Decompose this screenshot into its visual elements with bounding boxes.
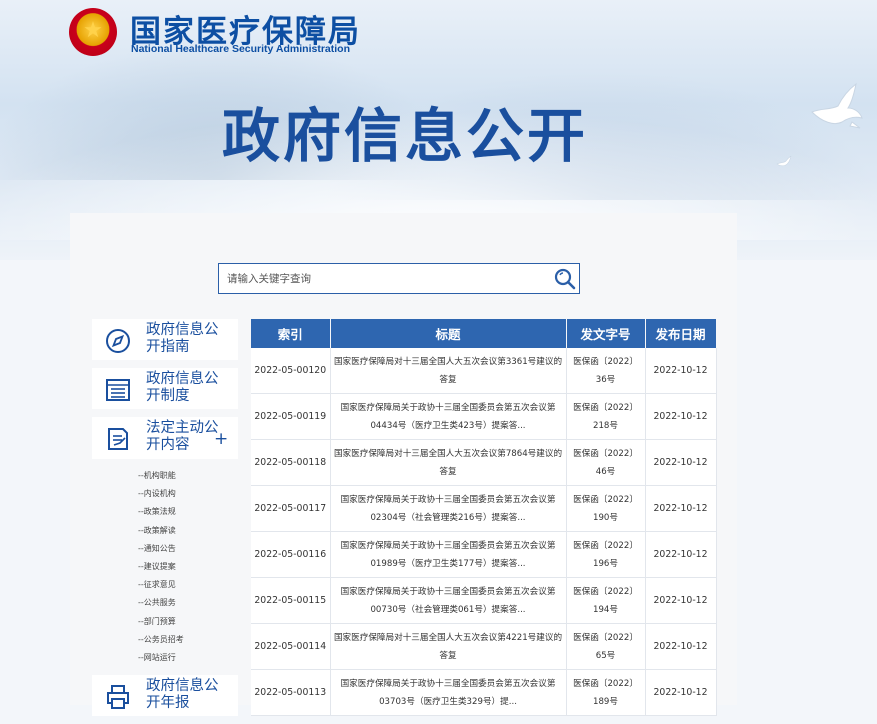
submenu-item[interactable]: --公务员招考 — [138, 631, 238, 649]
cell-index: 2022-05-00118 — [251, 439, 331, 486]
table-row[interactable]: 2022-05-00114 国家医疗保障局对十三届全国人大五次会议第4221号建… — [251, 623, 717, 670]
title-text[interactable]: 国家医疗保障局关于政协十三届全国委员会第五次会议第00730号（社会管理类061… — [334, 583, 563, 619]
table-row[interactable]: 2022-05-00117 国家医疗保障局关于政协十三届全国委员会第五次会议第0… — [251, 485, 717, 532]
page-title: 政府信息公开 — [222, 102, 589, 170]
sidebar-item-statutory-content[interactable]: 法定主动公开内容 + — [92, 417, 238, 459]
cell-date: 2022-10-12 — [645, 439, 717, 486]
submenu-item[interactable]: --征求意见 — [138, 576, 238, 594]
cell-index: 2022-05-00115 — [251, 577, 331, 624]
sidebar-submenu: --机构职能 --内设机构 --政策法规 --政策解读 --通知公告 --建议提… — [92, 467, 238, 667]
submenu-item[interactable]: --网站运行 — [138, 649, 238, 667]
print-doc-icon — [107, 685, 129, 710]
cell-doc-number: 医保函〔2022〕36号 — [566, 348, 646, 394]
emblem-star: ★ — [83, 18, 103, 43]
cell-doc-number: 医保函〔2022〕218号 — [566, 393, 646, 440]
dove-icon — [811, 82, 863, 129]
submenu-item[interactable]: --公共服务 — [138, 594, 238, 612]
submenu-item[interactable]: --内设机构 — [138, 485, 238, 503]
edit-doc-icon — [108, 428, 128, 450]
sidebar-item-label: 政府信息公开指南 — [146, 322, 219, 355]
sidebar-item-guide[interactable]: 政府信息公开指南 — [92, 319, 238, 360]
cell-title-link[interactable]: 国家医疗保障局关于政协十三届全国委员会第五次会议第03703号（医疗卫生类329… — [330, 669, 567, 716]
table-row[interactable]: 2022-05-00120 国家医疗保障局对十三届全国人大五次会议第3361号建… — [251, 348, 717, 394]
submenu-item[interactable]: --通知公告 — [138, 540, 238, 558]
cell-index: 2022-05-00119 — [251, 393, 331, 440]
cell-index: 2022-05-00113 — [251, 669, 331, 716]
title-text[interactable]: 国家医疗保障局关于政协十三届全国委员会第五次会议第03703号（医疗卫生类329… — [334, 675, 563, 711]
sidebar-item-annual-report[interactable]: 政府信息公开年报 — [92, 675, 238, 717]
title-text[interactable]: 国家医疗保障局对十三届全国人大五次会议第4221号建议的答复 — [334, 629, 563, 665]
cell-index: 2022-05-00120 — [251, 348, 331, 394]
table-row[interactable]: 2022-05-00113 国家医疗保障局关于政协十三届全国委员会第五次会议第0… — [251, 669, 717, 716]
submenu-item[interactable]: --建议提案 — [138, 558, 238, 576]
title-text[interactable]: 国家医疗保障局关于政协十三届全国委员会第五次会议第04434号（医疗卫生类423… — [334, 399, 563, 435]
national-emblem-icon[interactable]: ★ — [69, 8, 117, 56]
submenu-item[interactable]: --机构职能 — [138, 467, 238, 485]
expand-plus-icon[interactable]: + — [214, 429, 228, 449]
sidebar: 政府信息公开指南 政府信息公开制度 法定主动公开内容 + --机构职能 --内设… — [92, 319, 238, 724]
cell-title-link[interactable]: 国家医疗保障局对十三届全国人大五次会议第7864号建议的答复 — [330, 439, 567, 486]
search-bar — [218, 263, 580, 294]
title-text[interactable]: 国家医疗保障局关于政协十三届全国委员会第五次会议第01989号（医疗卫生类177… — [334, 537, 563, 573]
column-header-title: 标题 — [330, 319, 567, 348]
submenu-item[interactable]: --政策法规 — [138, 503, 238, 521]
cell-doc-number: 医保函〔2022〕189号 — [566, 669, 646, 716]
title-text[interactable]: 国家医疗保障局对十三届全国人大五次会议第3361号建议的答复 — [334, 353, 563, 389]
cell-date: 2022-10-12 — [645, 348, 717, 394]
sidebar-item-system[interactable]: 政府信息公开制度 — [92, 368, 238, 409]
cell-date: 2022-10-12 — [645, 577, 717, 624]
submenu-item[interactable]: --部门预算 — [138, 613, 238, 631]
cell-date: 2022-10-12 — [645, 531, 717, 578]
cell-title-link[interactable]: 国家医疗保障局关于政协十三届全国委员会第五次会议第00730号（社会管理类061… — [330, 577, 567, 624]
content-panel: 政府信息公开指南 政府信息公开制度 法定主动公开内容 + --机构职能 — [70, 213, 737, 717]
column-header-date: 发布日期 — [645, 319, 717, 348]
cell-date: 2022-10-12 — [645, 623, 717, 670]
table-row[interactable]: 2022-05-00116 国家医疗保障局关于政协十三届全国委员会第五次会议第0… — [251, 531, 717, 578]
column-header-doc-number: 发文字号 — [566, 319, 646, 348]
cell-index: 2022-05-00116 — [251, 531, 331, 578]
small-dove-icon — [776, 156, 792, 167]
cell-title-link[interactable]: 国家医疗保障局关于政协十三届全国委员会第五次会议第01989号（医疗卫生类177… — [330, 531, 567, 578]
cell-index: 2022-05-00117 — [251, 485, 331, 532]
list-doc-icon — [106, 379, 130, 401]
site-name-en[interactable]: National Healthcare Security Administrat… — [131, 43, 350, 55]
cell-doc-number: 医保函〔2022〕194号 — [566, 577, 646, 624]
cell-title-link[interactable]: 国家医疗保障局对十三届全国人大五次会议第4221号建议的答复 — [330, 623, 567, 670]
cell-doc-number: 医保函〔2022〕46号 — [566, 439, 646, 486]
search-input[interactable] — [227, 264, 547, 293]
submenu-item[interactable]: --政策解读 — [138, 522, 238, 540]
cell-index: 2022-05-00114 — [251, 623, 331, 670]
info-table: 索引 标题 发文字号 发布日期 2022-05-00120 国家医疗保障局对十三… — [251, 319, 717, 716]
search-icon[interactable] — [553, 267, 577, 291]
table-row[interactable]: 2022-05-00119 国家医疗保障局关于政协十三届全国委员会第五次会议第0… — [251, 393, 717, 440]
sidebar-item-label: 政府信息公开制度 — [146, 371, 219, 404]
cell-date: 2022-10-12 — [645, 485, 717, 532]
cell-date: 2022-10-12 — [645, 393, 717, 440]
cell-title-link[interactable]: 国家医疗保障局对十三届全国人大五次会议第3361号建议的答复 — [330, 348, 567, 394]
cell-title-link[interactable]: 国家医疗保障局关于政协十三届全国委员会第五次会议第04434号（医疗卫生类423… — [330, 393, 567, 440]
table-row[interactable]: 2022-05-00118 国家医疗保障局对十三届全国人大五次会议第7864号建… — [251, 439, 717, 486]
cell-date: 2022-10-12 — [645, 669, 717, 716]
compass-icon — [106, 329, 130, 353]
title-text[interactable]: 国家医疗保障局对十三届全国人大五次会议第7864号建议的答复 — [334, 445, 563, 481]
cell-doc-number: 医保函〔2022〕65号 — [566, 623, 646, 670]
cell-doc-number: 医保函〔2022〕196号 — [566, 531, 646, 578]
sidebar-item-label: 政府信息公开年报 — [146, 678, 219, 712]
cell-doc-number: 医保函〔2022〕190号 — [566, 485, 646, 532]
table-header-row: 索引 标题 发文字号 发布日期 — [251, 319, 717, 348]
table-row[interactable]: 2022-05-00115 国家医疗保障局关于政协十三届全国委员会第五次会议第0… — [251, 577, 717, 624]
title-text[interactable]: 国家医疗保障局关于政协十三届全国委员会第五次会议第02304号（社会管理类216… — [334, 491, 563, 527]
column-header-index: 索引 — [251, 319, 331, 348]
cell-title-link[interactable]: 国家医疗保障局关于政协十三届全国委员会第五次会议第02304号（社会管理类216… — [330, 485, 567, 532]
